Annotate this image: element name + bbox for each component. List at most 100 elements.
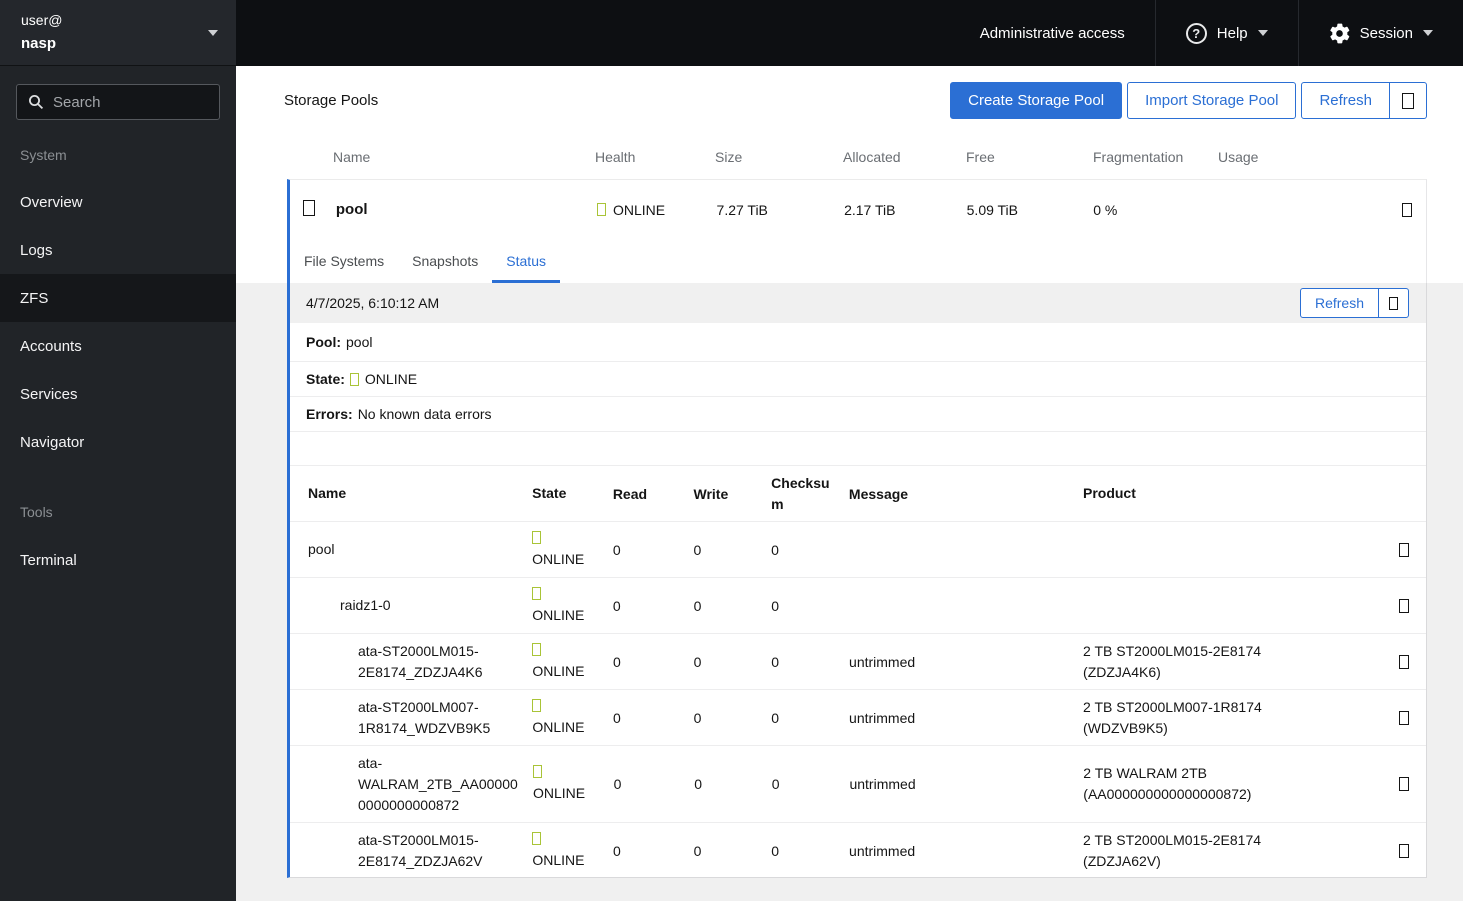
missing-glyph-icon xyxy=(1389,296,1398,310)
import-storage-pool-button[interactable]: Import Storage Pool xyxy=(1127,82,1297,119)
search-input[interactable] xyxy=(53,93,193,111)
device-state-label: ONLINE xyxy=(532,550,585,567)
device-write-cell: 0 xyxy=(693,597,702,614)
sidebar-item-zfs[interactable]: ZFS xyxy=(0,274,236,322)
device-column-write: Write xyxy=(693,485,729,502)
kebab-menu-icon xyxy=(1399,710,1410,725)
refresh-options-button[interactable] xyxy=(1389,82,1427,119)
device-product-cell: 2 TB ST2000LM007-1R8174 (WDZVB9K5) xyxy=(1083,698,1262,736)
pool-health-cell: ONLINE xyxy=(596,201,717,218)
device-kebab-menu-button[interactable] xyxy=(1382,710,1426,725)
online-status-icon xyxy=(533,765,542,778)
device-checksum-cell: 0 xyxy=(771,842,780,859)
device-column-product: Product xyxy=(1082,485,1136,501)
pool-size-cell: 7.27 TiB xyxy=(716,201,768,218)
device-column-read: Read xyxy=(612,485,648,502)
expand-toggle-icon xyxy=(303,200,315,216)
tab-status[interactable]: Status xyxy=(492,239,560,283)
sidebar: user@ nasp System Overview Logs ZFS Acco… xyxy=(0,0,236,901)
device-state-label: ONLINE xyxy=(532,718,585,735)
column-header-allocated: Allocated xyxy=(843,149,901,165)
device-row-pool: pool ONLINE 0 0 0 xyxy=(290,522,1426,578)
missing-glyph-icon xyxy=(1402,92,1414,109)
column-header-usage: Usage xyxy=(1218,149,1259,165)
masthead: Administrative access ? Help Session xyxy=(236,0,1463,66)
device-message-cell: untrimmed xyxy=(849,709,916,726)
tab-snapshots[interactable]: Snapshots xyxy=(398,239,492,283)
device-name-cell: ata-ST2000LM015-2E8174_ZDZJA62V xyxy=(358,831,483,869)
nav-section-tools: Tools xyxy=(20,504,53,520)
status-refresh-options-button[interactable] xyxy=(1378,288,1409,318)
sidebar-item-accounts[interactable]: Accounts xyxy=(0,322,236,370)
kebab-menu-icon xyxy=(1401,202,1412,217)
device-product-cell: 2 TB ST2000LM015-2E8174 (ZDZJA4K6) xyxy=(1083,642,1262,680)
device-message-cell: untrimmed xyxy=(849,776,916,792)
sidebar-item-navigator[interactable]: Navigator xyxy=(0,418,236,466)
device-column-name: Name xyxy=(308,485,347,501)
status-detail-panel: 4/7/2025, 6:10:12 AM Refresh Pool: pool … xyxy=(287,283,1427,878)
pools-toolbar: Storage Pools Create Storage Pool Import… xyxy=(236,66,1463,135)
search-box[interactable] xyxy=(16,84,220,120)
device-message-cell: untrimmed xyxy=(849,842,916,859)
device-checksum-cell: 0 xyxy=(771,776,780,792)
username-label: user@ xyxy=(21,12,63,29)
device-state-cell: ONLINE xyxy=(532,586,613,625)
column-header-size: Size xyxy=(715,149,743,165)
errors-field-row: Errors: No known data errors xyxy=(290,397,1426,432)
device-state-label: ONLINE xyxy=(532,662,585,679)
device-column-state: State xyxy=(532,485,567,501)
sidebar-item-services[interactable]: Services xyxy=(0,370,236,418)
sidebar-item-overview[interactable]: Overview xyxy=(0,178,236,226)
expand-toggle-button[interactable] xyxy=(290,200,336,219)
help-menu[interactable]: ? Help xyxy=(1156,0,1298,66)
device-row-disk-3: ata-WALRAM_2TB_AA000000000000000872 ONLI… xyxy=(290,746,1426,823)
online-status-icon xyxy=(532,698,542,712)
device-kebab-menu-button[interactable] xyxy=(1382,598,1426,613)
pool-table-row: pool ONLINE 7.27 TiB 2.17 TiB 5.09 TiB 0… xyxy=(287,179,1427,239)
sidebar-item-logs[interactable]: Logs xyxy=(0,226,236,274)
sidebar-item-terminal[interactable]: Terminal xyxy=(0,536,236,584)
device-row-disk-2: ata-ST2000LM007-1R8174_WDZVB9K5 ONLINE 0… xyxy=(290,690,1426,746)
device-read-cell: 0 xyxy=(612,709,621,726)
errors-field-label: Errors: xyxy=(306,406,353,422)
status-timestamp: 4/7/2025, 6:10:12 AM xyxy=(306,295,440,311)
device-name-cell: pool xyxy=(308,541,335,557)
device-write-cell: 0 xyxy=(693,709,702,726)
device-state-label: ONLINE xyxy=(533,785,586,801)
pool-health-label: ONLINE xyxy=(612,201,666,218)
device-kebab-menu-button[interactable] xyxy=(1382,542,1426,557)
toolbar-actions: Create Storage Pool Import Storage Pool … xyxy=(950,82,1427,119)
help-icon: ? xyxy=(1185,22,1207,44)
device-name-cell: ata-WALRAM_2TB_AA000000000000000872 xyxy=(358,754,518,813)
pool-fragmentation-cell: 0 % xyxy=(1093,201,1118,218)
status-refresh-button[interactable]: Refresh xyxy=(1299,288,1379,318)
device-read-cell: 0 xyxy=(612,842,621,859)
device-state-cell: ONLINE xyxy=(532,831,613,870)
search-icon xyxy=(29,95,44,110)
status-refresh-group: Refresh xyxy=(1299,288,1409,318)
admin-access-button[interactable]: Administrative access xyxy=(950,0,1155,66)
online-status-icon xyxy=(532,586,542,600)
state-online-label: ONLINE xyxy=(364,371,418,387)
device-state-cell: ONLINE xyxy=(532,530,613,569)
device-checksum-cell: 0 xyxy=(771,541,779,558)
status-timestamp-bar: 4/7/2025, 6:10:12 AM Refresh xyxy=(290,283,1426,323)
device-product-cell: 2 TB WALRAM 2TB (AA000000000000000872) xyxy=(1083,765,1252,802)
device-kebab-menu-button[interactable] xyxy=(1382,654,1426,669)
device-write-cell: 0 xyxy=(693,842,702,859)
create-storage-pool-button[interactable]: Create Storage Pool xyxy=(950,82,1123,119)
user-menu[interactable]: user@ nasp xyxy=(0,0,236,66)
online-status-icon xyxy=(532,642,542,656)
pool-kebab-menu-button[interactable] xyxy=(1387,202,1426,217)
tools-nav: Terminal xyxy=(0,536,236,584)
pool-free-cell: 5.09 TiB xyxy=(966,201,1019,218)
detail-spacer-row xyxy=(290,432,1426,466)
device-kebab-menu-button[interactable] xyxy=(1382,843,1426,858)
main-content: Storage Pools Create Storage Pool Import… xyxy=(236,66,1463,901)
device-state-label: ONLINE xyxy=(532,851,585,868)
device-kebab-menu-button[interactable] xyxy=(1382,777,1426,791)
refresh-button[interactable]: Refresh xyxy=(1301,82,1390,119)
tab-file-systems[interactable]: File Systems xyxy=(290,239,398,283)
kebab-menu-icon xyxy=(1399,542,1410,557)
session-menu[interactable]: Session xyxy=(1299,0,1463,66)
